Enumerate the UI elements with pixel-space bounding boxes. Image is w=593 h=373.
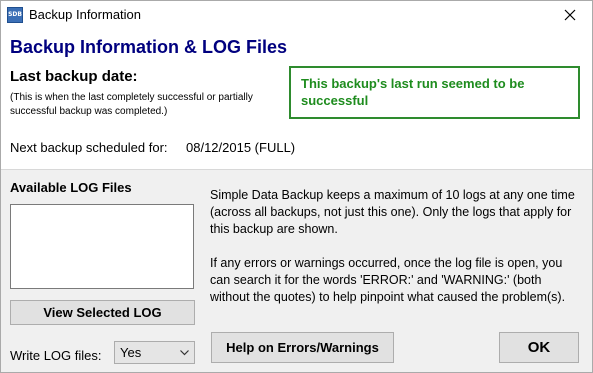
next-backup-value: 08/12/2015 (FULL): [186, 140, 296, 155]
backup-information-window: SDB Backup Information Backup Informatio…: [0, 0, 593, 373]
log-files-title: Available LOG Files: [10, 180, 132, 195]
help-errors-warnings-button[interactable]: Help on Errors/Warnings: [211, 332, 394, 363]
close-button[interactable]: [548, 1, 592, 29]
next-backup-label: Next backup scheduled for:: [10, 140, 168, 155]
title-bar[interactable]: SDB Backup Information: [1, 1, 592, 29]
last-backup-note: (This is when the last completely succes…: [10, 92, 253, 117]
log-files-section: Available LOG Files View Selected LOG Wr…: [1, 169, 592, 372]
last-backup-date-label: Last backup date:: [10, 68, 138, 85]
page-title: Backup Information & LOG Files: [10, 37, 288, 57]
status-message: This backup's last run seemed to be succ…: [301, 76, 525, 108]
write-log-files-select[interactable]: Yes: [114, 341, 195, 364]
ok-button[interactable]: OK: [499, 332, 579, 363]
chevron-down-icon: [180, 350, 189, 356]
window-title: Backup Information: [29, 7, 142, 22]
close-icon: [564, 9, 576, 21]
status-message-box: This backup's last run seemed to be succ…: [289, 66, 580, 119]
log-info-paragraph-1: Simple Data Backup keeps a maximum of 10…: [210, 188, 575, 236]
write-log-files-value: Yes: [120, 345, 142, 360]
app-icon: SDB: [7, 7, 23, 23]
backup-summary-section: Backup Information & LOG Files Last back…: [1, 29, 592, 169]
view-selected-log-button[interactable]: View Selected LOG: [10, 300, 195, 325]
log-info-paragraph-2: If any errors or warnings occurred, once…: [210, 256, 566, 304]
log-files-listbox[interactable]: [10, 204, 194, 289]
write-log-files-label: Write LOG files:: [10, 348, 102, 363]
log-info-text: Simple Data Backup keeps a maximum of 10…: [210, 187, 580, 323]
